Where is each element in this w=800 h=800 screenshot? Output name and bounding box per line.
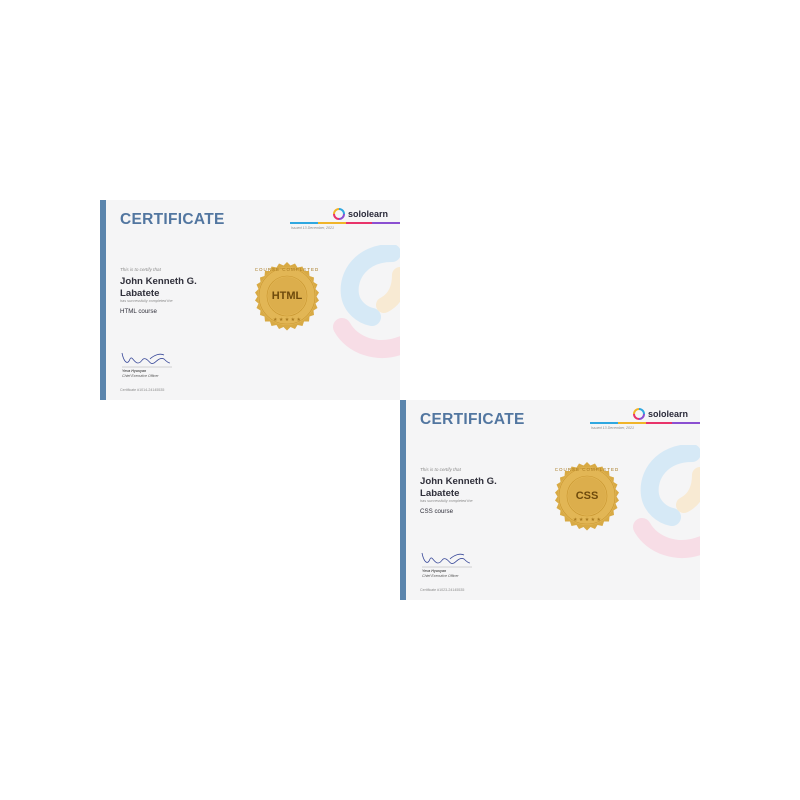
brand-name: sololearn <box>648 409 689 419</box>
sololearn-logo-icon <box>633 408 645 420</box>
certificate-number: Certificate #1014-24145535 <box>120 388 165 392</box>
recipient-name: John Kenneth G. Labatete <box>120 276 230 299</box>
brand-logo: sololearn <box>633 407 688 421</box>
stripe-yellow <box>618 422 646 424</box>
certificate-title: CERTIFICATE <box>120 211 225 228</box>
stripe-purple <box>372 222 400 224</box>
sololearn-watermark-icon <box>333 245 400 358</box>
stripe-blue <box>590 422 618 424</box>
course-name: CSS course <box>420 508 454 515</box>
certificate-html: CERTIFICATE sololearn Issued 13 December… <box>100 200 400 400</box>
stripe-blue <box>290 222 318 224</box>
sololearn-logo-icon <box>333 208 345 220</box>
signer-role: Chief Executive Officer <box>122 374 159 378</box>
sololearn-watermark-icon <box>633 445 700 558</box>
certify-text: This is to certify that <box>120 267 161 272</box>
certificate-number: Certificate #1023-24145535 <box>420 588 465 592</box>
certificate-css: CERTIFICATE sololearn Issued 13 December… <box>400 400 700 600</box>
seal-label: HTML <box>271 290 303 302</box>
issued-date: Issued 13 December, 2021 <box>591 426 634 430</box>
course-name: HTML course <box>120 308 157 315</box>
completed-text: has successfully completed the <box>420 499 473 503</box>
issued-date: Issued 13 December, 2021 <box>291 226 334 230</box>
recipient-name-line1: John Kenneth G. <box>120 276 197 287</box>
signature-icon <box>121 352 172 368</box>
certify-text: This is to certify that <box>420 467 461 472</box>
recipient-name-line2: Labatete <box>420 487 460 499</box>
completed-text: has successfully completed the <box>120 299 173 303</box>
stripe-pink <box>646 422 672 424</box>
stripe-yellow <box>318 222 346 224</box>
recipient-name-line1: John Kenneth G. <box>420 476 497 487</box>
seal-label: CSS <box>575 490 599 502</box>
accent-bar <box>400 400 406 600</box>
signer-role: Chief Executive Officer <box>422 574 459 578</box>
signature-icon <box>421 552 472 568</box>
brand-logo: sololearn <box>333 207 388 221</box>
brand-name: sololearn <box>348 209 389 219</box>
certificate-title: CERTIFICATE <box>420 411 525 428</box>
accent-bar <box>100 200 106 400</box>
stripe-purple <box>672 422 700 424</box>
stripe-pink <box>346 222 372 224</box>
recipient-name: John Kenneth G. Labatete <box>420 476 530 499</box>
signer-name: Yeva Hyusyan <box>122 369 147 373</box>
signer-name: Yeva Hyusyan <box>422 569 447 573</box>
recipient-name-line2: Labatete <box>120 287 160 299</box>
